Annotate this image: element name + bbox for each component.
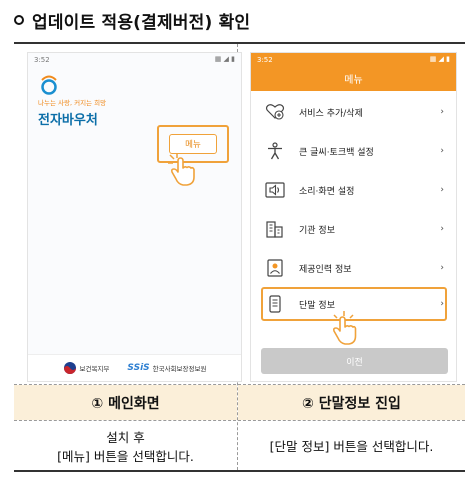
- caption-main-screen: ① 메인화면: [14, 385, 237, 420]
- app-title: 전자바우처: [38, 113, 98, 128]
- tagline: 나누는 사랑, 커지는 희망: [38, 99, 107, 107]
- ssis-logo: SSiS 한국사회보장정보원: [127, 363, 206, 373]
- person-card-icon: [265, 259, 285, 277]
- ssis-logo-text: SSiS: [127, 363, 150, 373]
- building-icon: [265, 220, 285, 238]
- status-time: 3:52: [34, 56, 50, 64]
- tap-hand-icon: [331, 311, 357, 349]
- chevron-right-icon: ›: [440, 185, 444, 195]
- menu-title: 메뉴: [344, 75, 363, 86]
- circle-bullet-icon: [14, 15, 24, 25]
- speaker-icon: [265, 181, 285, 199]
- status-icons: ▦ ◢ ▮: [429, 55, 450, 63]
- menu-item-label: 소리·화면 설정: [299, 186, 355, 197]
- section-heading: 업데이트 적용(결제버전) 확인: [14, 6, 250, 34]
- description-main-screen: 설치 후 [메뉴] 버튼을 선택합니다.: [14, 421, 237, 472]
- menu-item-label: 큰 글씨·토크백 설정: [299, 147, 374, 158]
- ssis-name: 한국사회보장정보원: [152, 365, 207, 373]
- menu-item-provider[interactable]: 제공인력 정보 ›: [251, 253, 456, 283]
- main-screen-screenshot: 3:52 ▦ ◢ ▮ 나누는 사랑, 커지는 희망 전자바우처 메뉴 보건복지부…: [27, 52, 242, 382]
- tap-hand-icon: [168, 153, 198, 191]
- status-time: 3:52: [257, 56, 273, 64]
- menu-item-sound-screen[interactable]: 소리·화면 설정 ›: [251, 175, 456, 205]
- ministry-emblem-icon: [63, 362, 76, 374]
- chevron-right-icon: ›: [440, 299, 444, 309]
- menu-button[interactable]: 메뉴: [169, 134, 217, 154]
- menu-item-label: 제공인력 정보: [299, 264, 352, 275]
- heading-text: 업데이트 적용(결제버전) 확인: [32, 12, 251, 33]
- chevron-right-icon: ›: [440, 224, 444, 234]
- menu-item-agency[interactable]: 기관 정보 ›: [251, 214, 456, 244]
- status-bar: 3:52 ▦ ◢ ▮: [28, 53, 241, 69]
- chevron-right-icon: ›: [440, 107, 444, 117]
- service-add-icon: [265, 103, 285, 121]
- menu-item-service[interactable]: 서비스 추가/삭제 ›: [251, 97, 456, 127]
- chevron-right-icon: ›: [440, 146, 444, 156]
- menu-item-label: 단말 정보: [299, 300, 335, 311]
- caption-device-info: ② 단말정보 진입: [238, 385, 465, 420]
- phone-device-icon: [265, 295, 285, 313]
- chevron-right-icon: ›: [440, 263, 444, 273]
- description-line: [단말 정보] 버튼을 선택합니다.: [269, 439, 434, 454]
- description-line: 설치 후: [106, 429, 145, 445]
- menu-item-accessibility[interactable]: 큰 글씨·토크백 설정 ›: [251, 136, 456, 166]
- menu-item-label: 서비스 추가/삭제: [299, 108, 363, 119]
- menu-header: 3:52 ▦ ◢ ▮ 메뉴: [251, 53, 456, 91]
- menu-item-label: 기관 정보: [299, 225, 335, 236]
- status-icons: ▦ ◢ ▮: [214, 55, 235, 63]
- description-device-info: [단말 정보] 버튼을 선택합니다.: [238, 421, 465, 472]
- description-line: [메뉴] 버튼을 선택합니다.: [57, 448, 194, 464]
- footer-logos: 보건복지부 SSiS 한국사회보장정보원: [28, 354, 241, 381]
- menu-screen-screenshot: 3:52 ▦ ◢ ▮ 메뉴 서비스 추가/삭제 › 큰 글씨·토크백 설정 ›: [250, 52, 457, 382]
- ministry-logo: 보건복지부: [63, 361, 110, 375]
- voucher-logo-icon: [38, 75, 60, 99]
- back-button[interactable]: 이전: [261, 348, 448, 374]
- ministry-name: 보건복지부: [79, 365, 110, 373]
- accessibility-icon: [265, 142, 285, 160]
